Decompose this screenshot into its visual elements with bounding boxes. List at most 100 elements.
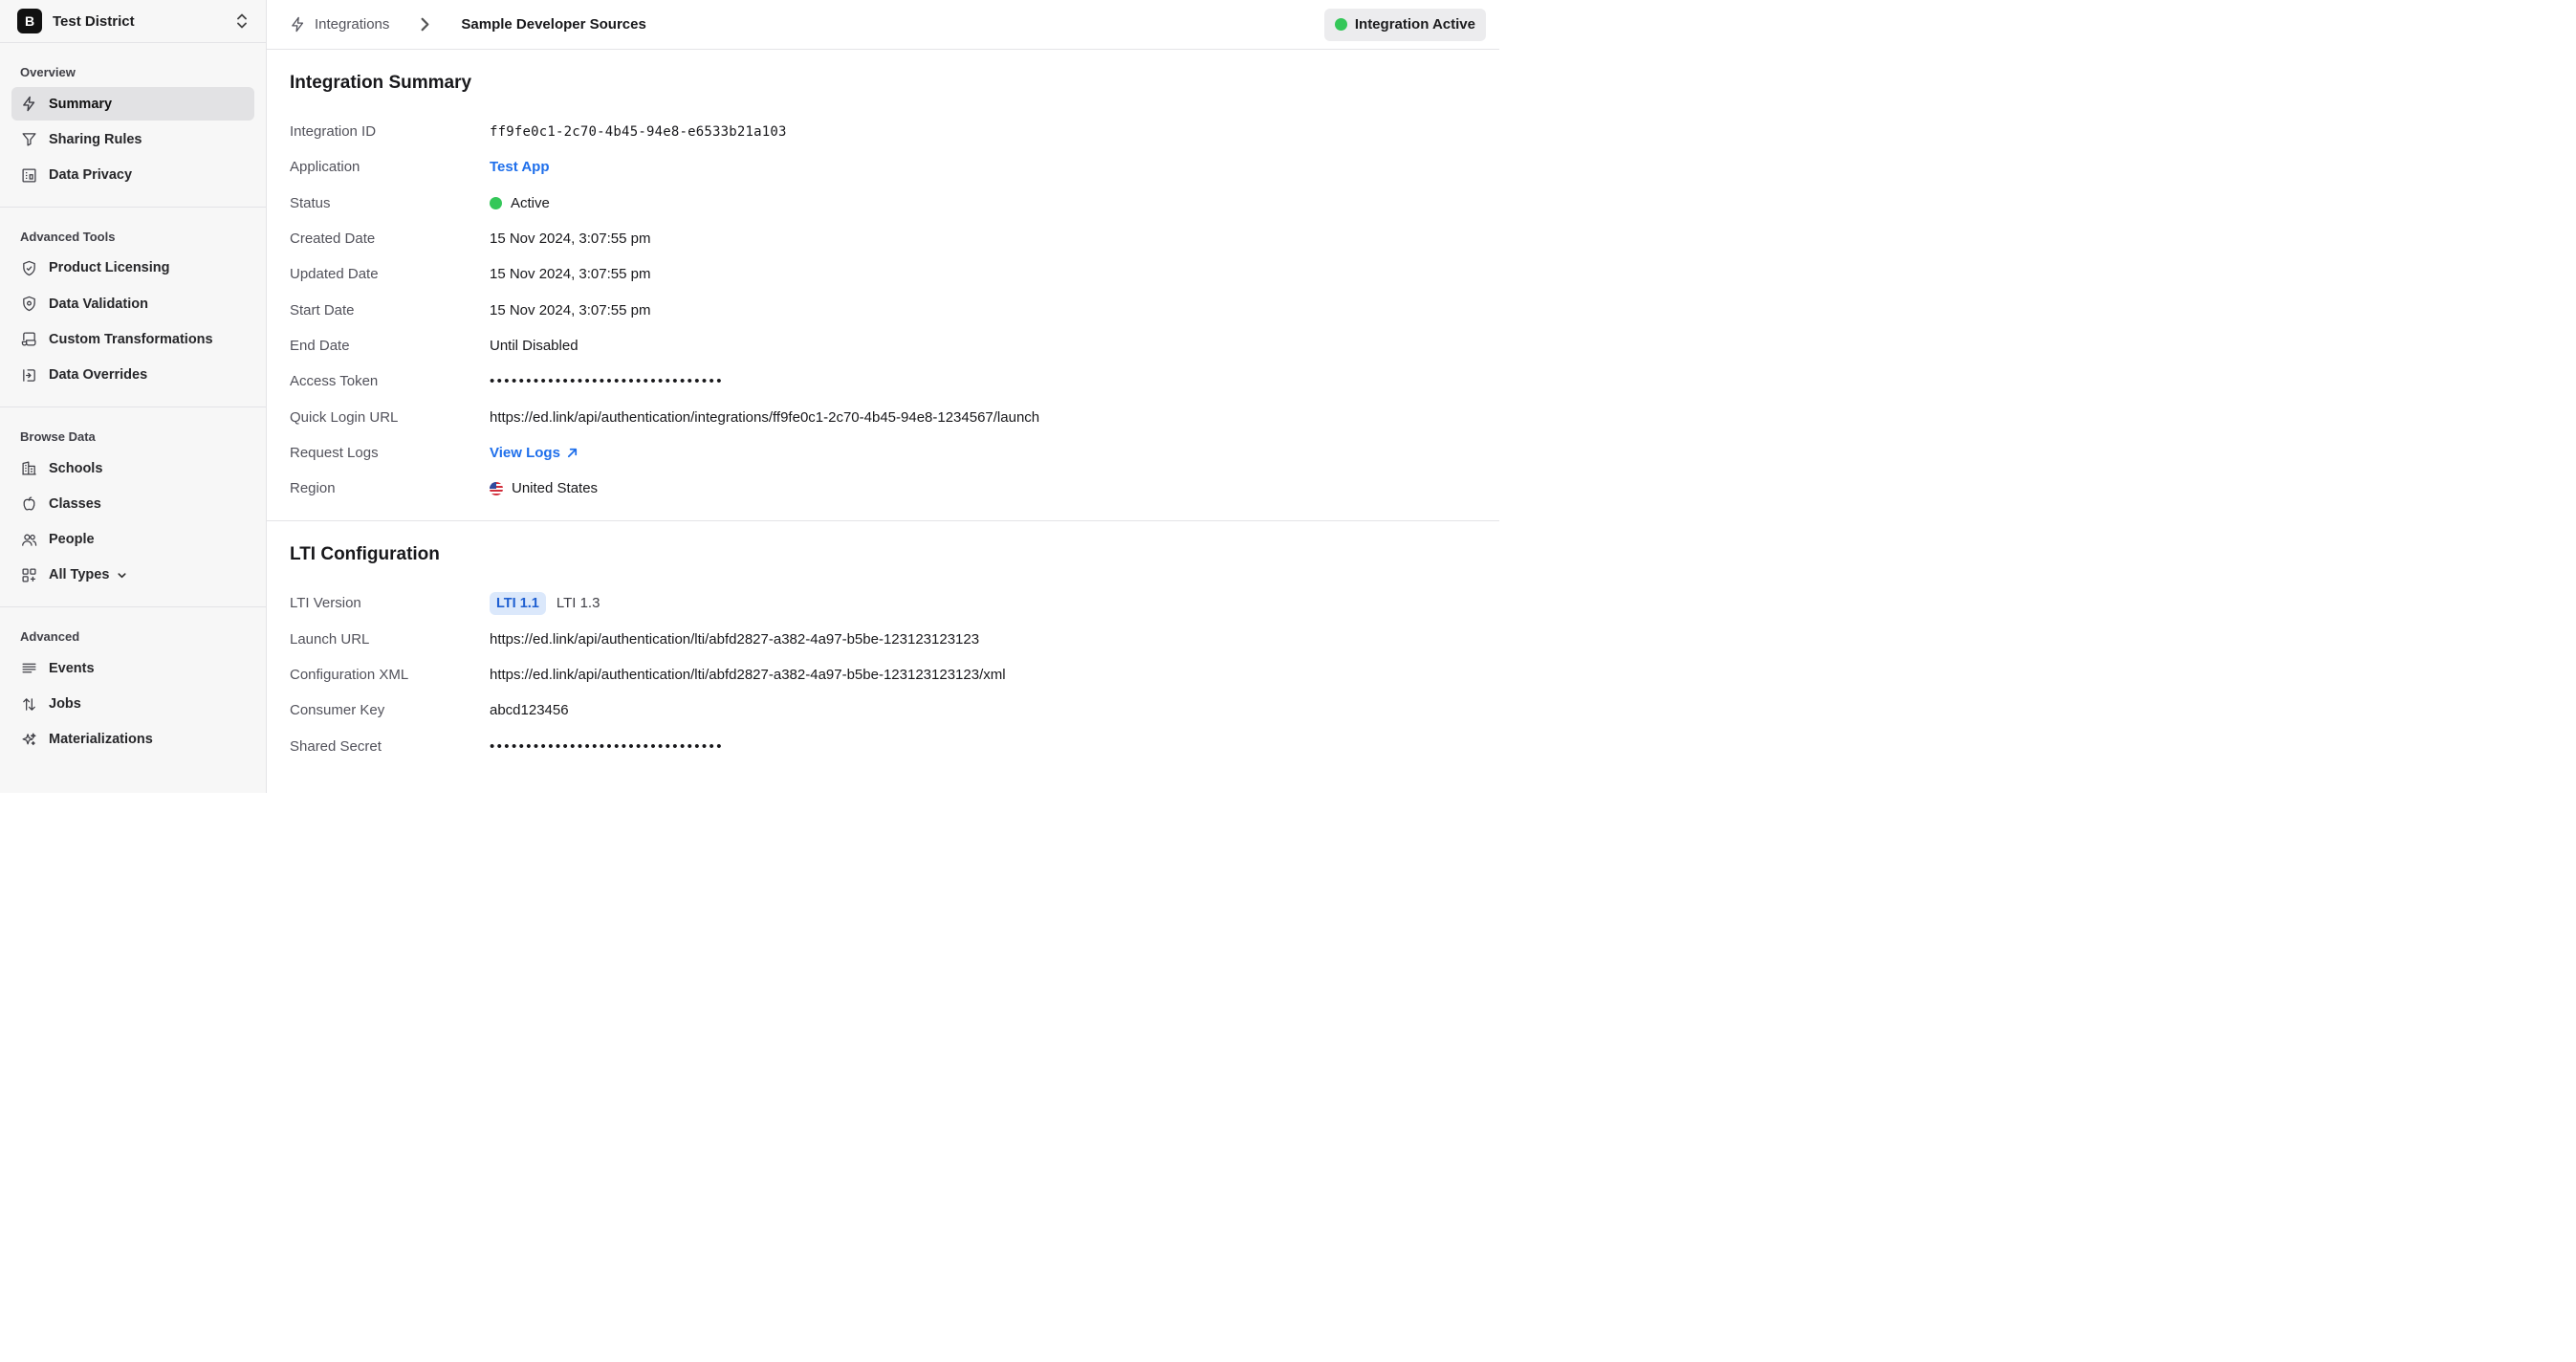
lti-version-option-1-1[interactable]: LTI 1.1 bbox=[490, 591, 546, 615]
config-xml-value[interactable]: https://ed.link/api/authentication/lti/a… bbox=[490, 667, 1006, 683]
row-label: End Date bbox=[290, 337, 350, 354]
content-area: Integration Summary Integration ID ff9fe… bbox=[267, 50, 1499, 764]
row-label: Configuration XML bbox=[290, 667, 409, 683]
apple-icon bbox=[21, 495, 37, 512]
lightning-icon bbox=[292, 16, 304, 33]
nav-section-browse-data: Browse Data Schools Classes People All T… bbox=[0, 406, 266, 606]
section-heading: Integration Summary bbox=[290, 73, 472, 93]
shared-secret-value[interactable]: •••••••••••••••••••••••••••••••• bbox=[490, 738, 724, 755]
detail-row-consumer-key: Consumer Key abcd123456 bbox=[290, 692, 1476, 728]
quick-login-url-value[interactable]: https://ed.link/api/authentication/integ… bbox=[490, 409, 1039, 426]
sidebar-item-label: All Types bbox=[49, 567, 110, 583]
status-badge-label: Integration Active bbox=[1354, 16, 1475, 33]
status-dot-icon bbox=[490, 196, 502, 209]
org-switcher[interactable]: B Test District bbox=[0, 0, 266, 42]
sidebar-item-events[interactable]: Events bbox=[11, 651, 254, 685]
list-icon bbox=[21, 660, 37, 676]
consumer-key-value[interactable]: abcd123456 bbox=[490, 702, 569, 718]
integration-status-badge[interactable]: Integration Active bbox=[1323, 8, 1486, 41]
row-label: LTI Version bbox=[290, 595, 361, 612]
sidebar-item-materializations[interactable]: Materializations bbox=[11, 723, 254, 757]
row-label: Integration ID bbox=[290, 123, 377, 141]
row-label: Access Token bbox=[290, 373, 379, 390]
integration-summary-panel: Integration Summary Integration ID ff9fe… bbox=[267, 50, 1499, 522]
sidebar-item-label: Events bbox=[49, 660, 95, 676]
row-label: Application bbox=[290, 159, 360, 176]
org-name: Test District bbox=[53, 12, 135, 30]
detail-row-shared-secret: Shared Secret ••••••••••••••••••••••••••… bbox=[290, 728, 1476, 763]
detail-row-updated: Updated Date 15 Nov 2024, 3:07:55 pm bbox=[290, 256, 1476, 292]
main-content: Integrations Sample Developer Sources In… bbox=[267, 0, 1499, 793]
sidebar-item-label: Materializations bbox=[49, 732, 153, 748]
chevron-right-icon bbox=[421, 17, 429, 32]
section-title: Advanced Tools bbox=[20, 229, 116, 244]
application-link[interactable]: Test App bbox=[490, 159, 550, 175]
detail-row-lti-version: LTI Version LTI 1.1 LTI 1.3 bbox=[290, 585, 1476, 621]
breadcrumb-integrations[interactable]: Integrations bbox=[290, 16, 389, 33]
row-label: Start Date bbox=[290, 301, 355, 319]
view-logs-label: View Logs bbox=[490, 444, 560, 461]
detail-row-config-xml: Configuration XML https://ed.link/api/au… bbox=[290, 657, 1476, 692]
sidebar-item-jobs[interactable]: Jobs bbox=[11, 688, 254, 721]
integration-id-value: ff9fe0c1-2c70-4b45-94e8-e6533b21a103 bbox=[490, 123, 787, 140]
section-title: Advanced bbox=[20, 629, 80, 645]
region-value: United States bbox=[490, 480, 598, 496]
detail-row-end: End Date Until Disabled bbox=[290, 328, 1476, 363]
detail-row-status: Status Active bbox=[290, 186, 1476, 221]
sidebar-item-product-licensing[interactable]: Product Licensing bbox=[11, 252, 254, 285]
external-link-icon bbox=[567, 448, 578, 457]
row-label: Status bbox=[290, 194, 331, 211]
status-value: Active bbox=[490, 195, 550, 211]
sidebar-item-data-overrides[interactable]: Data Overrides bbox=[11, 359, 254, 392]
sidebar-item-label: Custom Transformations bbox=[49, 331, 213, 347]
view-logs-link[interactable]: View Logs bbox=[490, 445, 579, 461]
sidebar-item-people[interactable]: People bbox=[11, 523, 254, 557]
app-window: B Test District Overview Summary Sharing… bbox=[0, 0, 1499, 793]
sidebar-item-label: Schools bbox=[49, 460, 103, 476]
row-label: Region bbox=[290, 480, 336, 497]
sidebar-item-all-types[interactable]: All Types bbox=[11, 559, 254, 592]
status-text: Active bbox=[511, 194, 550, 211]
access-token-value[interactable]: •••••••••••••••••••••••••••••••• bbox=[490, 373, 724, 389]
sidebar-item-label: Product Licensing bbox=[49, 260, 170, 276]
section-title: Browse Data bbox=[20, 429, 96, 445]
sparkles-icon bbox=[21, 732, 37, 748]
sidebar-item-schools[interactable]: Schools bbox=[11, 451, 254, 485]
grid-plus-icon bbox=[21, 567, 37, 583]
sidebar-item-label: Data Privacy bbox=[49, 167, 133, 184]
nav-section-advanced-tools: Advanced Tools Product Licensing Data Va… bbox=[0, 206, 266, 406]
sidebar: B Test District Overview Summary Sharing… bbox=[0, 0, 267, 793]
sidebar-item-label: Classes bbox=[49, 495, 101, 512]
sidebar-item-summary[interactable]: Summary bbox=[11, 87, 254, 121]
detail-row-quick-login: Quick Login URL https://ed.link/api/auth… bbox=[290, 399, 1476, 434]
region-text: United States bbox=[512, 480, 599, 497]
sidebar-item-data-validation[interactable]: Data Validation bbox=[11, 287, 254, 320]
lti-version-option-1-3[interactable]: LTI 1.3 bbox=[557, 595, 600, 611]
enter-icon bbox=[21, 367, 37, 384]
sidebar-item-sharing-rules[interactable]: Sharing Rules bbox=[11, 122, 254, 156]
breadcrumb-label: Integrations bbox=[315, 16, 390, 33]
nav-section-overview: Overview Summary Sharing Rules Data Priv… bbox=[0, 42, 266, 207]
sidebar-item-classes[interactable]: Classes bbox=[11, 487, 254, 520]
start-date-value: 15 Nov 2024, 3:07:55 pm bbox=[490, 301, 651, 319]
detail-row-integration-id: Integration ID ff9fe0c1-2c70-4b45-94e8-e… bbox=[290, 114, 1476, 149]
sidebar-item-data-privacy[interactable]: Data Privacy bbox=[11, 159, 254, 192]
sidebar-item-custom-transformations[interactable]: Custom Transformations bbox=[11, 322, 254, 356]
topbar: Integrations Sample Developer Sources In… bbox=[267, 0, 1499, 50]
detail-row-launch-url: Launch URL https://ed.link/api/authentic… bbox=[290, 622, 1476, 657]
building-lock-icon bbox=[21, 167, 37, 184]
row-label: Quick Login URL bbox=[290, 408, 399, 426]
row-label: Consumer Key bbox=[290, 702, 385, 719]
us-flag-icon bbox=[490, 481, 503, 495]
shield-gear-icon bbox=[21, 296, 37, 312]
detail-row-region: Region United States bbox=[290, 471, 1476, 506]
detail-row-application: Application Test App bbox=[290, 149, 1476, 185]
launch-url-value[interactable]: https://ed.link/api/authentication/lti/a… bbox=[490, 631, 979, 648]
status-dot-icon bbox=[1334, 18, 1347, 31]
nav-section-advanced: Advanced Events Jobs Materializations bbox=[0, 606, 266, 771]
section-title: Overview bbox=[20, 65, 76, 79]
sidebar-item-label: Data Validation bbox=[49, 296, 148, 312]
detail-row-access-token: Access Token •••••••••••••••••••••••••••… bbox=[290, 363, 1476, 399]
sidebar-item-label: People bbox=[49, 532, 95, 548]
breadcrumb-current: Sample Developer Sources bbox=[461, 16, 646, 33]
